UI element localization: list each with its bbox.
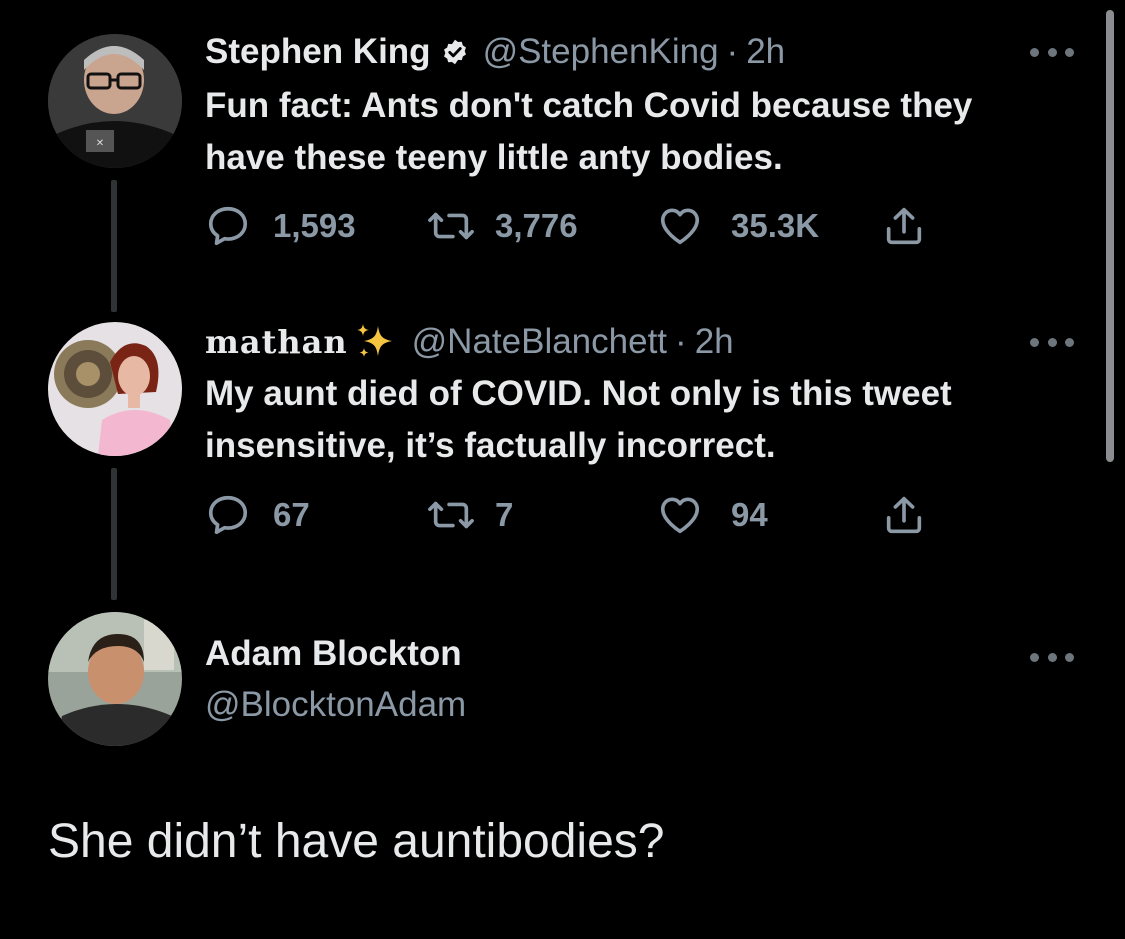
tweet-thread-screen: ✕ Stephen King @StephenKing · 2h Fun fac… [0, 0, 1125, 939]
avatar[interactable]: ✕ [48, 34, 182, 168]
handle[interactable]: @NateBlanchett [412, 320, 667, 364]
tweet-actions: 67 7 94 [205, 492, 965, 542]
reply-count: 1,593 [273, 207, 356, 244]
scrollbar[interactable] [1106, 10, 1114, 462]
tweet-header: mathan @NateBlanchett · 2h [205, 320, 734, 364]
retweet-button[interactable]: 7 [425, 492, 513, 538]
sparkles-icon [354, 322, 398, 362]
like-count: 35.3K [731, 207, 820, 244]
handle[interactable]: @StephenKing [483, 30, 719, 74]
man-portrait-photo [48, 612, 182, 746]
like-button[interactable]: 35.3K [657, 203, 819, 249]
share-icon [886, 207, 922, 245]
timestamp[interactable]: 2h [746, 30, 785, 74]
tweet-header: Stephen King @StephenKing · 2h [205, 30, 785, 74]
woman-in-pink-photo [48, 322, 182, 456]
tweet-text: She didn’t have auntibodies? [48, 815, 665, 868]
retweet-count: 3,776 [495, 207, 578, 244]
heart-icon [660, 208, 700, 245]
avatar[interactable] [48, 322, 182, 456]
svg-text:✕: ✕ [96, 138, 104, 149]
separator: · [675, 322, 687, 361]
display-name[interactable]: Adam Blockton [205, 634, 462, 674]
tweet-text: Fun fact: Ants don't catch Covid because… [205, 86, 973, 177]
heart-icon [660, 497, 700, 534]
share-button[interactable] [881, 203, 927, 249]
tweet-actions: 1,593 3,776 35.3K [205, 203, 965, 253]
man-with-glasses-photo: ✕ [48, 34, 182, 168]
separator: · [726, 32, 739, 71]
reply-count: 67 [273, 496, 310, 533]
display-name[interactable]: Stephen King [205, 30, 431, 74]
avatar[interactable] [48, 612, 182, 746]
more-options-icon[interactable] [1030, 46, 1074, 58]
timestamp[interactable]: 2h [695, 320, 734, 364]
retweet-icon [428, 501, 474, 529]
tweet-text: My aunt died of COVID. Not only is this … [205, 374, 952, 465]
share-icon [886, 496, 922, 534]
thread-line [111, 180, 117, 312]
thread-line [111, 468, 117, 600]
more-options-icon[interactable] [1030, 336, 1074, 348]
verified-badge-icon [441, 38, 469, 66]
like-button[interactable]: 94 [657, 492, 768, 538]
reply-button[interactable]: 67 [205, 492, 310, 538]
like-count: 94 [731, 496, 768, 533]
share-button[interactable] [881, 492, 927, 538]
retweet-icon [428, 212, 474, 240]
more-options-icon[interactable] [1030, 651, 1074, 663]
display-name[interactable]: mathan [205, 320, 348, 364]
retweet-count: 7 [495, 496, 514, 533]
reply-icon [208, 206, 248, 246]
reply-button[interactable]: 1,593 [205, 203, 356, 249]
reply-icon [208, 495, 248, 535]
retweet-button[interactable]: 3,776 [425, 203, 578, 249]
handle[interactable]: @BlocktonAdam [205, 685, 466, 725]
